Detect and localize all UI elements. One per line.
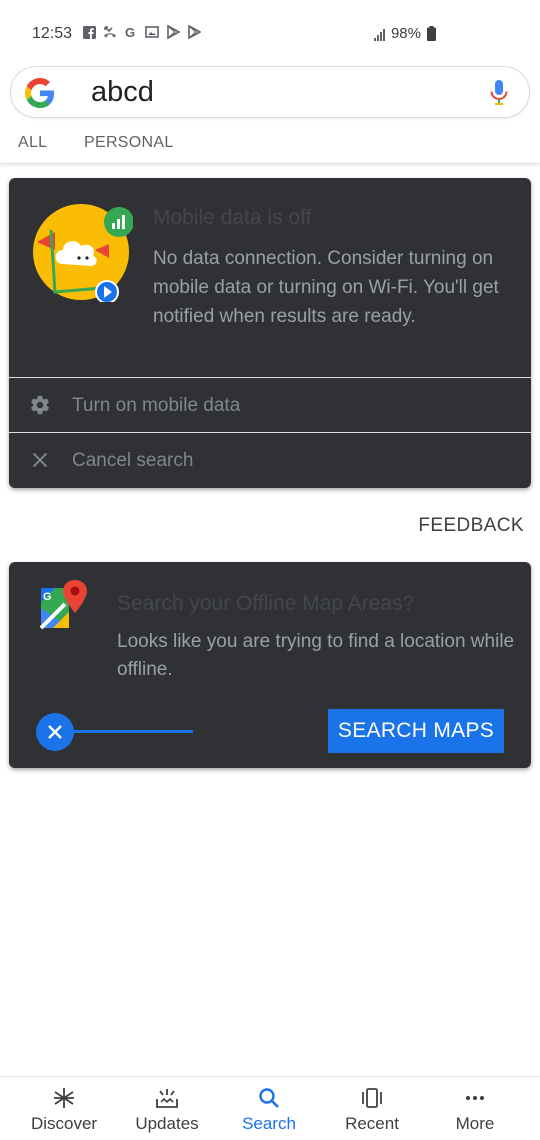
gear-icon: [31, 395, 49, 415]
google-logo-icon: [25, 78, 55, 108]
gallery-icon: [145, 25, 159, 39]
google-icon: G: [124, 25, 138, 39]
nav-discover[interactable]: Discover: [10, 1077, 118, 1140]
dismiss-button[interactable]: [36, 713, 74, 751]
cancel-search-button[interactable]: Cancel search: [9, 433, 531, 487]
nav-search[interactable]: Search: [215, 1077, 323, 1140]
search-bar[interactable]: abcd: [10, 66, 530, 118]
recent-icon: [362, 1088, 382, 1108]
battery-icon: [427, 26, 436, 41]
nav-label: Updates: [135, 1114, 199, 1133]
bottom-nav: Discover Updates Search Recent More: [0, 1076, 540, 1140]
feedback-link[interactable]: FEEDBACK: [418, 515, 524, 537]
notification-icons: G: [82, 25, 201, 39]
card-title: Mobile data is off: [153, 206, 312, 229]
action-label: Turn on mobile data: [72, 395, 241, 416]
asterisk-icon: [54, 1088, 74, 1108]
result-tabs: ALL PERSONAL: [0, 124, 540, 164]
google-maps-icon: G: [39, 580, 87, 630]
close-icon: [48, 725, 62, 739]
turn-on-mobile-data-button[interactable]: Turn on mobile data: [9, 378, 531, 432]
action-label: Cancel search: [72, 450, 194, 471]
signal-icon: [373, 27, 385, 41]
card-title: Search your Offline Map Areas?: [117, 592, 415, 615]
status-bar: 12:53 G 98%: [0, 0, 540, 64]
facebook-icon: [82, 25, 96, 39]
missed-call-icon: [103, 25, 117, 39]
nav-label: More: [455, 1114, 495, 1133]
search-maps-button[interactable]: SEARCH MAPS: [328, 709, 504, 753]
nav-recent[interactable]: Recent: [318, 1077, 426, 1140]
dismiss-slider-track: [71, 730, 193, 733]
nav-label: Discover: [30, 1114, 98, 1133]
play-store-icon: [166, 25, 180, 39]
more-icon: [466, 1096, 484, 1100]
nav-label: Recent: [345, 1114, 399, 1133]
battery-percent: 98%: [390, 25, 421, 42]
nav-updates[interactable]: Updates: [113, 1077, 221, 1140]
search-icon: [259, 1088, 279, 1108]
tab-all[interactable]: ALL: [18, 134, 47, 152]
close-icon: [32, 452, 48, 468]
card-message: Looks like you are trying to find a loca…: [117, 631, 515, 680]
search-input[interactable]: abcd: [91, 76, 154, 109]
svg-text:G: G: [43, 591, 52, 603]
card-message: No data connection. Consider turning on …: [153, 248, 499, 327]
updates-icon: [156, 1089, 178, 1108]
play-store-icon: [187, 25, 201, 39]
mic-icon[interactable]: [489, 80, 509, 106]
offline-maps-card: G Search your Offline Map Areas? Looks l…: [9, 562, 531, 768]
nav-label: Search: [242, 1114, 296, 1133]
nav-more[interactable]: More: [421, 1077, 529, 1140]
status-time: 12:53: [32, 25, 73, 42]
offline-illustration-icon: [33, 204, 133, 302]
status-right: 98%: [373, 25, 436, 42]
tab-personal[interactable]: PERSONAL: [84, 134, 174, 152]
svg-text:G: G: [125, 25, 135, 39]
mobile-data-off-card: Mobile data is off No data connection. C…: [9, 178, 531, 488]
